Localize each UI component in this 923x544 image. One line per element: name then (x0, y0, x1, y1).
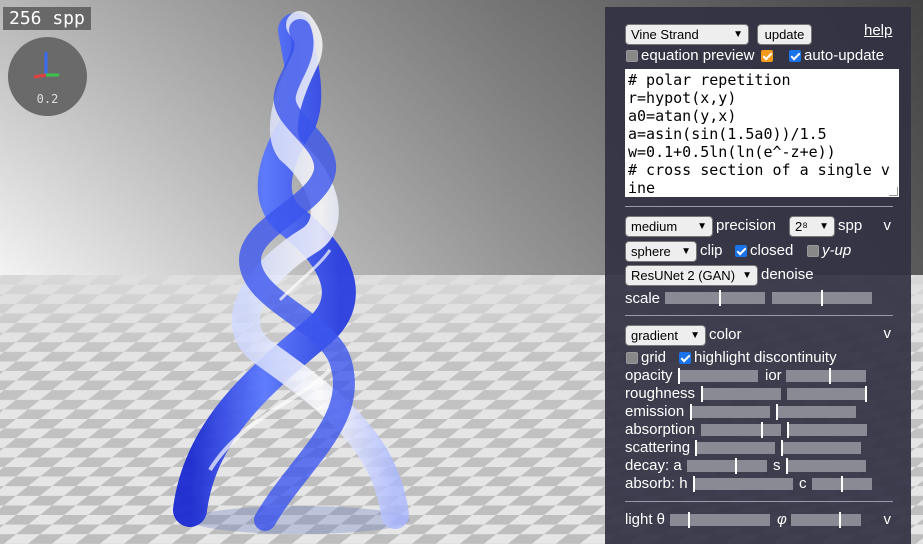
y-up-label: y-up (822, 242, 852, 259)
preset-select-value: Vine Strand (631, 27, 699, 42)
color-mode-select[interactable]: gradient ▼ (625, 325, 706, 346)
closed-checkbox[interactable] (735, 245, 747, 257)
scale-slider-b[interactable] (772, 290, 872, 306)
scale-label: scale (625, 290, 661, 307)
roughness-slider-a[interactable] (701, 386, 781, 402)
slider-thumb[interactable] (776, 404, 778, 420)
axes-scale-value: 0.2 (36, 92, 59, 106)
slider-thumb[interactable] (695, 440, 697, 456)
slider-thumb[interactable] (787, 422, 789, 438)
equation-editor[interactable]: # polar repetition r=hypot(x,y) a0=atan(… (625, 69, 899, 197)
roughness-label: roughness (625, 385, 696, 402)
decay-a-slider[interactable] (687, 458, 767, 474)
decay-s-slider[interactable] (786, 458, 866, 474)
slider-thumb[interactable] (839, 512, 842, 528)
decay-label: decay: a (625, 457, 682, 474)
scale-slider-a[interactable] (665, 290, 765, 306)
scattering-slider-a[interactable] (695, 440, 775, 456)
highlight-discontinuity-label: highlight discontinuity (694, 349, 837, 366)
absorb-c-label: c (799, 475, 807, 492)
emission-slider-a[interactable] (690, 404, 770, 420)
denoise-select-value: ResUNet 2 (GAN) (631, 268, 736, 283)
spp-select-value: 2⁸ (795, 219, 808, 234)
scattering-slider-b[interactable] (781, 440, 861, 456)
clip-select[interactable]: sphere ▼ (625, 241, 697, 262)
section-divider (625, 206, 893, 207)
absorb-c-slider[interactable] (812, 476, 872, 492)
highlight-discontinuity-checkbox[interactable] (679, 352, 691, 364)
light-phi-slider[interactable] (791, 512, 861, 528)
chevron-down-icon: ▼ (690, 330, 700, 341)
opacity-slider[interactable] (678, 368, 758, 384)
equation-preview-checkbox[interactable] (626, 50, 638, 62)
slider-thumb[interactable] (718, 290, 721, 306)
light-theta-slider[interactable] (670, 512, 770, 528)
grid-label: grid (641, 349, 667, 366)
slider-thumb[interactable] (678, 368, 680, 384)
chevron-down-icon: ▼ (742, 270, 752, 281)
slider-thumb[interactable] (687, 512, 690, 528)
precision-label: precision (716, 217, 777, 234)
scattering-label: scattering (625, 439, 691, 456)
clip-label: clip (700, 242, 723, 259)
ior-label: ior (765, 367, 782, 384)
grid-checkbox[interactable] (626, 352, 638, 364)
resize-handle-icon[interactable] (889, 187, 898, 196)
section-divider (625, 501, 893, 502)
clip-select-value: sphere (631, 244, 671, 259)
slider-thumb[interactable] (828, 368, 831, 384)
denoise-select[interactable]: ResUNet 2 (GAN) ▼ (625, 265, 758, 286)
light-theta-label: light θ (625, 511, 666, 528)
chevron-down-icon: ▼ (697, 221, 707, 232)
absorption-label: absorption (625, 421, 696, 438)
slider-thumb[interactable] (701, 386, 703, 402)
section-divider (625, 315, 893, 316)
preset-select[interactable]: Vine Strand ▼ (625, 24, 749, 45)
slider-thumb[interactable] (821, 290, 823, 306)
decay-s-label: s (773, 457, 781, 474)
auto-update-checkbox[interactable] (789, 50, 801, 62)
color-mode-select-value: gradient (631, 328, 678, 343)
opacity-label: opacity (625, 367, 673, 384)
update-button[interactable]: update (757, 24, 812, 45)
slider-thumb[interactable] (841, 476, 843, 492)
precision-select[interactable]: medium ▼ (625, 216, 713, 237)
spp-label: spp (838, 217, 863, 234)
light-phi-label: φ (777, 511, 787, 528)
denoise-label: denoise (761, 266, 814, 283)
absorb-h-slider[interactable] (693, 476, 793, 492)
closed-label: closed (750, 242, 794, 259)
y-up-checkbox[interactable] (807, 245, 819, 257)
chevron-down-icon: ▼ (733, 29, 743, 40)
slider-thumb[interactable] (761, 422, 764, 438)
color-label: color (709, 326, 742, 343)
absorb-label: absorb: h (625, 475, 688, 492)
samples-per-pixel-label: 256 spp (3, 7, 91, 30)
auto-update-label: auto-update (804, 47, 885, 64)
help-link[interactable]: help (864, 22, 892, 39)
chevron-down-icon: ▼ (819, 221, 829, 232)
slider-thumb[interactable] (735, 458, 738, 474)
slider-thumb[interactable] (693, 476, 695, 492)
orientation-gizmo[interactable]: 0.2 (8, 37, 87, 116)
equation-preview-label: equation preview (641, 47, 755, 64)
slider-thumb[interactable] (865, 386, 867, 402)
spp-select[interactable]: 2⁸ ▼ (789, 216, 835, 237)
emission-slider-b[interactable] (776, 404, 856, 420)
chevron-down-icon: ▼ (681, 246, 691, 257)
emission-label: emission (625, 403, 685, 420)
slider-thumb[interactable] (786, 458, 788, 474)
precision-select-value: medium (631, 219, 678, 234)
light-section-collapse-toggle[interactable]: v (884, 511, 892, 528)
ior-slider[interactable] (786, 368, 866, 384)
material-section-collapse-toggle[interactable]: v (884, 325, 892, 342)
control-panel: Vine Strand ▼ update help equation previ… (605, 7, 911, 544)
roughness-slider-b[interactable] (787, 386, 867, 402)
slider-thumb[interactable] (781, 440, 783, 456)
render-section-collapse-toggle[interactable]: v (884, 217, 892, 234)
slider-thumb[interactable] (690, 404, 692, 420)
absorption-slider-b[interactable] (787, 422, 867, 438)
equation-preview-toggle-checkbox[interactable] (761, 50, 773, 62)
absorption-slider-a[interactable] (701, 422, 781, 438)
